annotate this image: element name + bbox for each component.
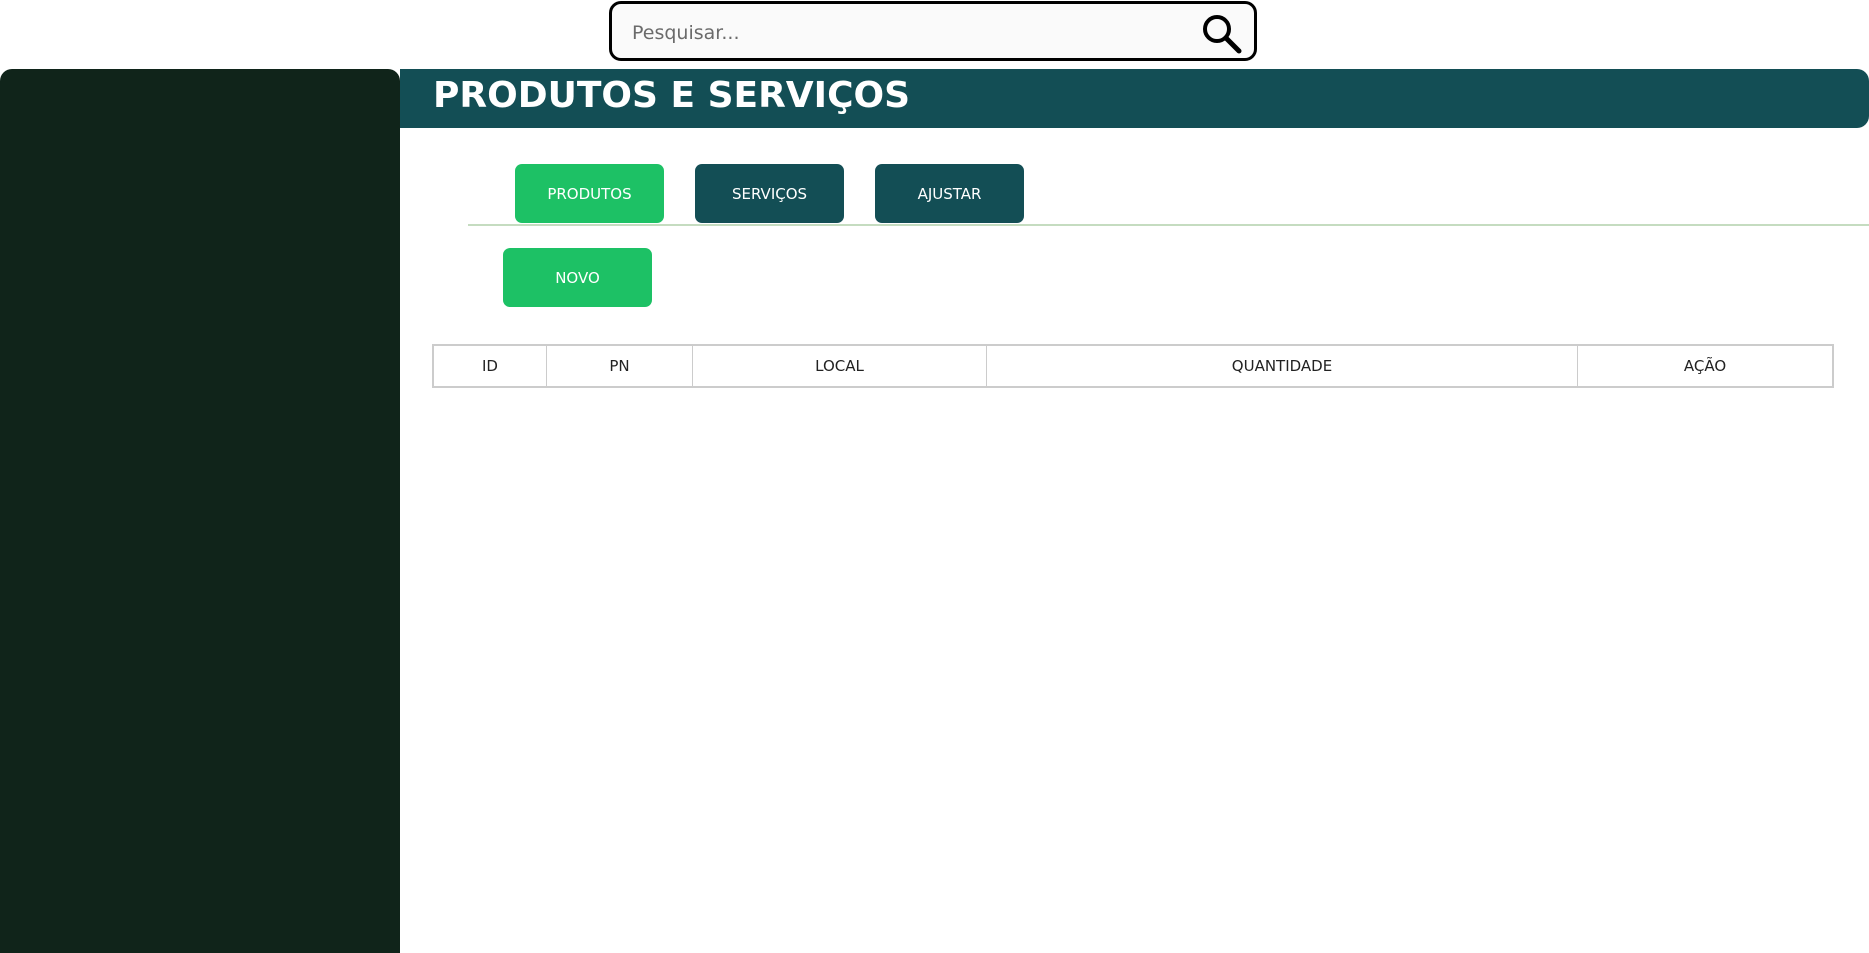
- table-header-row: ID PN LOCAL QUANTIDADE AÇÃO: [432, 344, 1834, 388]
- tabs-divider: [468, 224, 1869, 226]
- tab-servicos[interactable]: SERVIÇOS: [695, 164, 844, 223]
- page-title: PRODUTOS E SERVIÇOS: [433, 75, 911, 116]
- search-icon[interactable]: [1200, 12, 1244, 56]
- column-header-quantidade[interactable]: QUANTIDADE: [986, 344, 1578, 388]
- tab-produtos[interactable]: PRODUTOS: [515, 164, 664, 223]
- new-button[interactable]: NOVO: [503, 248, 652, 307]
- products-table: ID PN LOCAL QUANTIDADE AÇÃO: [432, 344, 1834, 388]
- search-input[interactable]: [630, 16, 1194, 50]
- tab-ajustar[interactable]: AJUSTAR: [875, 164, 1024, 223]
- search-bar: [609, 1, 1257, 61]
- sidebar: [0, 69, 400, 953]
- column-header-local[interactable]: LOCAL: [692, 344, 987, 388]
- column-header-acao[interactable]: AÇÃO: [1577, 344, 1834, 388]
- column-header-id[interactable]: ID: [432, 344, 547, 388]
- page-header: PRODUTOS E SERVIÇOS: [400, 69, 1869, 128]
- column-header-pn[interactable]: PN: [546, 344, 693, 388]
